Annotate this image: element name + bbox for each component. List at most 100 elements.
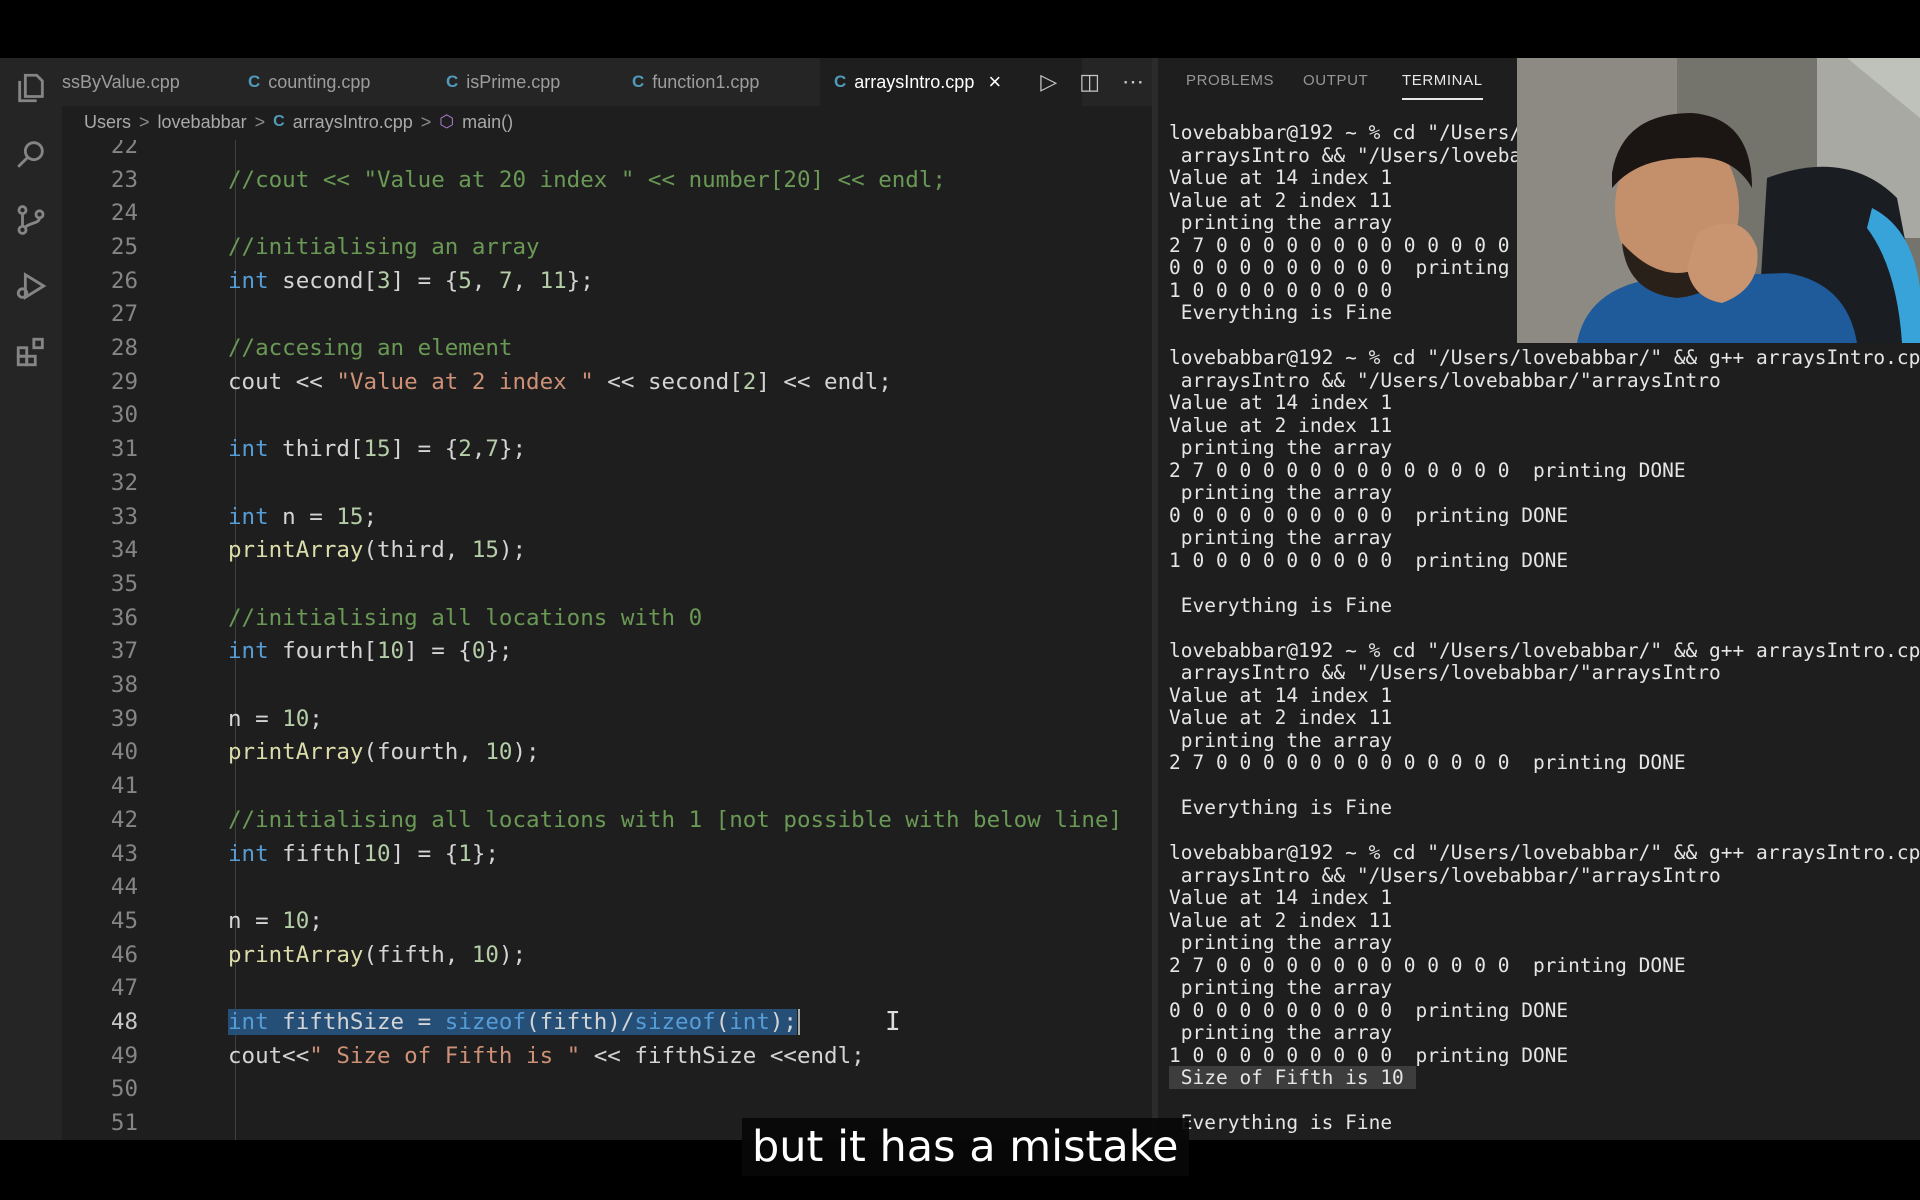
run-icon[interactable]: ▷ (1040, 69, 1057, 95)
line-number: 34 (110, 537, 138, 564)
line-number: 31 (110, 436, 138, 463)
terminal-line: Value at 14 index 1 (1169, 683, 1393, 707)
editor-actions: ▷ ◫ ⋯ (1040, 58, 1144, 106)
code-line[interactable]: 36 //initialising all locations with 0 (62, 601, 1152, 635)
code-token: }; (485, 638, 513, 665)
code-line[interactable]: 49 cout<<" Size of Fifth is " << fifthSiz… (62, 1039, 1152, 1073)
code-line[interactable]: 43 int fifth[10] = {1}; (62, 837, 1152, 871)
tab-isprime[interactable]: C isPrime.cpp (446, 58, 616, 106)
code-line[interactable]: 41 (62, 769, 1152, 803)
code-line[interactable]: 37 int fourth[10] = {0}; (62, 635, 1152, 669)
code-token: int (228, 436, 269, 463)
code-token: 7 (485, 436, 499, 463)
extensions-icon[interactable] (0, 322, 62, 382)
terminal-line: printing the array (1169, 976, 1393, 999)
code-line[interactable]: 29 cout << "Value at 2 index " << second[… (62, 365, 1152, 399)
code-line[interactable]: 26 int second[3] = {5, 7, 11}; (62, 264, 1152, 298)
code-line[interactable]: 44 (62, 870, 1152, 904)
code-text: cout << "Value at 2 index " << second[2]… (228, 369, 892, 395)
code-line[interactable]: 46 printArray(fifth, 10); (62, 938, 1152, 972)
cpp-file-icon: C (834, 72, 847, 91)
breadcrumb-item-folder[interactable]: lovebabbar (158, 112, 247, 133)
code-editor[interactable]: 22 23//cout << "Value at 20 index " << nu… (62, 140, 1152, 1140)
code-token: 2 (742, 368, 757, 395)
line-number: 33 (110, 503, 138, 530)
cpp-file-icon: C (273, 113, 285, 130)
breadcrumb-item-symbol[interactable]: main() (462, 112, 513, 133)
code-line[interactable]: 45 n = 10; (62, 904, 1152, 938)
search-icon[interactable] (0, 124, 62, 184)
code-line[interactable]: 32 (62, 466, 1152, 500)
tab-counting[interactable]: C counting.cpp (248, 58, 428, 106)
terminal-line: printing the array (1169, 211, 1393, 234)
code-text: printArray(fifth, 10); (228, 942, 526, 968)
code-line[interactable]: 50 (62, 1073, 1152, 1107)
code-line[interactable]: 28 //accesing an element (62, 331, 1152, 365)
run-debug-icon[interactable] (0, 256, 62, 316)
code-token: 11 (539, 267, 567, 294)
code-line[interactable]: 34 printArray(third, 15); (62, 533, 1152, 567)
code-line[interactable]: 48 int fifthSize = sizeof(fifth)/sizeof(i… (62, 1005, 1152, 1039)
line-number: 28 (110, 335, 138, 362)
code-line[interactable]: 47 (62, 972, 1152, 1006)
text-cursor (797, 1009, 800, 1036)
more-icon[interactable]: ⋯ (1122, 69, 1144, 95)
code-line[interactable]: 27 (62, 298, 1152, 332)
tab-problems[interactable]: PROBLEMS (1186, 72, 1274, 89)
code-token: int (228, 1008, 269, 1035)
terminal-line: printing the array (1169, 931, 1393, 954)
code-token: "Value at 2 index " (336, 368, 594, 395)
cpp-file-icon: C (446, 72, 459, 91)
code-line[interactable]: 24 (62, 196, 1152, 230)
explorer-icon[interactable] (0, 58, 62, 118)
code-token: 5 (458, 267, 472, 294)
line-number: 38 (110, 672, 138, 699)
code-line[interactable]: 39 n = 10; (62, 702, 1152, 736)
code-line[interactable]: 31 int third[15] = {2,7}; (62, 432, 1152, 466)
code-token: , (471, 436, 486, 463)
cube-icon: ⬡ (439, 112, 455, 131)
code-line[interactable]: 30 (62, 399, 1152, 433)
code-text: //initialising an array (228, 234, 540, 260)
code-token: 10 (282, 907, 310, 934)
line-number: 42 (110, 806, 138, 833)
code-line[interactable]: 22 (62, 140, 1152, 163)
terminal-line: printing the array (1169, 728, 1393, 752)
activity-bar (0, 58, 62, 1140)
code-token: fifthSize = (268, 1008, 445, 1035)
code-token: 10 (282, 705, 310, 732)
tab-terminal[interactable]: TERMINAL (1402, 72, 1483, 100)
breadcrumb-item-file[interactable]: arraysIntro.cpp (293, 112, 413, 133)
source-control-icon[interactable] (0, 190, 62, 250)
code-text: int fifthSize = sizeof(fifth)/sizeof(int… (228, 1008, 800, 1036)
tab-output[interactable]: OUTPUT (1303, 72, 1368, 89)
line-number: 49 (110, 1042, 138, 1069)
tab-passbyvalue[interactable]: ssByValue.cpp (62, 58, 210, 106)
tab-function1[interactable]: C function1.cpp (632, 58, 812, 106)
terminal-line: 1 0 0 0 0 0 0 0 0 0 printing DONE (1169, 1043, 1569, 1067)
code-token: ; (309, 705, 323, 732)
code-line[interactable]: 23 //cout << "Value at 20 index " << numb… (62, 163, 1152, 197)
breadcrumb-item-users[interactable]: Users (84, 112, 131, 133)
terminal-line: 1 0 0 0 0 0 0 0 0 0 printing DONE (1169, 548, 1569, 572)
terminal-line: 2 7 0 0 0 0 0 0 0 0 0 0 0 0 0 (1169, 233, 1510, 257)
code-token: printArray (228, 739, 364, 766)
code-token: fifth[ (268, 840, 364, 867)
code-line[interactable]: 42 //initialising all locations with 1 [n… (62, 803, 1152, 837)
close-icon[interactable]: × (988, 71, 1001, 93)
code-text: //initialising all locations with 1 [not… (228, 807, 1122, 833)
split-editor-icon[interactable]: ◫ (1079, 69, 1100, 95)
code-token: }; (498, 436, 527, 463)
code-token: ] = { (390, 840, 459, 867)
terminal-line: 0 0 0 0 0 0 0 0 0 0 printing DONE (1169, 998, 1569, 1022)
code-line[interactable]: 25 //initialising an array (62, 230, 1152, 264)
code-line[interactable]: 35 (62, 567, 1152, 601)
code-text: int third[15] = {2,7}; (228, 436, 526, 462)
code-token: ); (498, 941, 527, 968)
code-token: 15 (336, 503, 364, 530)
code-line[interactable]: 33 int n = 15; (62, 500, 1152, 534)
code-line[interactable]: 38 (62, 668, 1152, 702)
line-number: 32 (110, 469, 138, 496)
code-line[interactable]: 40 printArray(fourth, 10); (62, 736, 1152, 770)
line-number: 23 (110, 166, 138, 193)
